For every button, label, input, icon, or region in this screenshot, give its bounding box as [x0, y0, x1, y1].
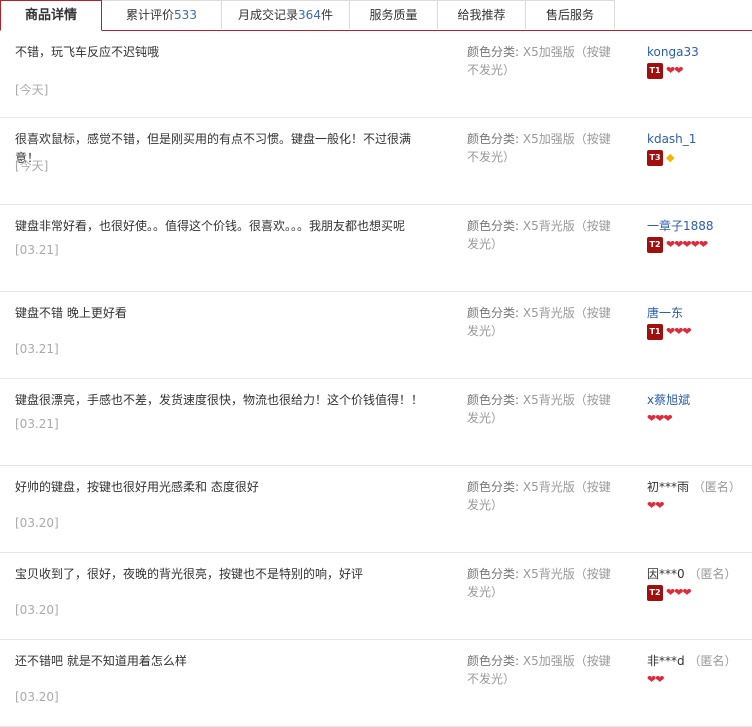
- review-attribute: 颜色分类: X5背光版（按键发光）: [467, 478, 612, 514]
- review-user: 一章子1888 T2 ❤❤❤❤❤: [647, 217, 752, 254]
- review-row: 还不错吧 就是不知道用着怎么样 [03.20] 颜色分类: X5加强版（按键不发…: [0, 640, 752, 727]
- review-user: x蔡旭斌 ❤❤❤: [647, 391, 752, 428]
- heart-rating-icon: ❤❤❤: [666, 325, 692, 338]
- heart-rating-icon: ❤❤: [666, 64, 683, 77]
- review-date: [03.20]: [15, 516, 59, 530]
- vip-level-icon: T1: [647, 63, 663, 79]
- user-badges: T1 ❤❤: [647, 62, 752, 80]
- tab-monthly-sales[interactable]: 月成交记录364件: [221, 0, 350, 29]
- review-comment: 很喜欢鼠标，感觉不错，但是刚买用的有点不习惯。键盘一般化！不过很满意！: [15, 132, 412, 165]
- review-comment: 键盘很漂亮，手感也不差，发货速度很快，物流也很给力！这个价钱值得！！: [15, 393, 424, 407]
- attribute-key: 颜色分类:: [467, 393, 520, 407]
- tab-label: 月成交记录: [238, 8, 299, 22]
- review-date: [03.20]: [15, 690, 59, 704]
- heart-rating-icon: ❤❤❤: [647, 412, 673, 425]
- tab-count: 533: [174, 8, 197, 22]
- review-row: 键盘很漂亮，手感也不差，发货速度很快，物流也很给力！这个价钱值得！！ [03.2…: [0, 379, 752, 466]
- user-badges: ❤❤❤: [647, 410, 752, 428]
- tab-label: 累计评价: [126, 8, 175, 22]
- review-comment: 键盘不错 晚上更好看: [15, 306, 127, 320]
- review-date: [03.21]: [15, 243, 59, 257]
- username-link[interactable]: x蔡旭斌: [647, 393, 690, 407]
- review-date: [今天]: [15, 83, 49, 97]
- review-list: 不错，玩飞车反应不迟钝哦 [今天] 颜色分类: X5加强版（按键不发光） kon…: [0, 31, 752, 727]
- review-attribute: 颜色分类: X5背光版（按键发光）: [467, 217, 612, 253]
- anonymous-tag: （匿名）: [692, 480, 741, 494]
- attribute-key: 颜色分类:: [467, 132, 520, 146]
- tab-label: 给我推荐: [457, 8, 506, 22]
- review-row: 很喜欢鼠标，感觉不错，但是刚买用的有点不习惯。键盘一般化！不过很满意！ [今天]…: [0, 118, 752, 205]
- username-link: 初***雨: [647, 480, 690, 494]
- review-row: 键盘非常好看，也很好使。。值得这个价钱。很喜欢。。。我朋友都也想买呢 [03.2…: [0, 205, 752, 292]
- review-date: [今天]: [15, 159, 49, 173]
- review-comment: 好帅的键盘，按键也很好用光感柔和 态度很好: [15, 480, 259, 494]
- review-comment: 不错，玩飞车反应不迟钝哦: [15, 45, 160, 59]
- user-badges: T1 ❤❤❤: [647, 323, 752, 341]
- review-attribute: 颜色分类: X5加强版（按键不发光）: [467, 130, 612, 166]
- review-attribute: 颜色分类: X5背光版（按键发光）: [467, 304, 612, 340]
- tab-bar: 商品详情 累计评价533 月成交记录364件 服务质量 给我推荐 售后服务: [0, 0, 752, 31]
- review-date: [03.21]: [15, 342, 59, 356]
- username-link: 非***d: [647, 654, 685, 668]
- review-attribute: 颜色分类: X5背光版（按键发光）: [467, 565, 612, 601]
- tab-label: 售后服务: [545, 8, 594, 22]
- review-user: 唐一东 T1 ❤❤❤: [647, 304, 752, 341]
- vip-level-icon: T1: [647, 324, 663, 340]
- review-date: [03.21]: [15, 417, 59, 431]
- attribute-key: 颜色分类:: [467, 480, 520, 494]
- tab-suffix: 件: [320, 8, 333, 22]
- review-attribute: 颜色分类: X5加强版（按键不发光）: [467, 652, 612, 688]
- username-link[interactable]: konga33: [647, 45, 699, 59]
- anonymous-tag: （匿名）: [688, 654, 737, 668]
- review-user: 非***d （匿名） ❤❤: [647, 652, 752, 689]
- heart-rating-icon: ❤❤❤: [666, 586, 692, 599]
- review-row: 不错，玩飞车反应不迟钝哦 [今天] 颜色分类: X5加强版（按键不发光） kon…: [0, 31, 752, 118]
- review-user: 初***雨 （匿名） ❤❤: [647, 478, 752, 515]
- review-user: kdash_1 T3 ◆: [647, 130, 752, 167]
- username-link[interactable]: 唐一东: [647, 306, 683, 320]
- review-user: 因***0 （匿名） T2 ❤❤❤: [647, 565, 752, 602]
- vip-level-icon: T3: [647, 150, 663, 166]
- review-comment: 宝贝收到了，很好，夜晚的背光很亮，按键也不是特别的响，好评: [15, 567, 364, 581]
- tab-reviews[interactable]: 累计评价533: [101, 0, 222, 29]
- user-badges: T2 ❤❤❤: [647, 584, 752, 602]
- username-link: 因***0: [647, 567, 685, 581]
- tab-count: 364: [298, 8, 321, 22]
- user-badges: T2 ❤❤❤❤❤: [647, 236, 752, 254]
- username-link[interactable]: kdash_1: [647, 132, 696, 146]
- review-attribute: 颜色分类: X5加强版（按键不发光）: [467, 43, 612, 79]
- review-row: 宝贝收到了，很好，夜晚的背光很亮，按键也不是特别的响，好评 [03.20] 颜色…: [0, 553, 752, 640]
- tab-label: 商品详情: [24, 8, 77, 23]
- vip-level-icon: T2: [647, 237, 663, 253]
- review-user: konga33 T1 ❤❤: [647, 43, 752, 80]
- tab-after-sales[interactable]: 售后服务: [525, 0, 615, 29]
- username-link[interactable]: 一章子1888: [647, 219, 714, 233]
- user-badges: T3 ◆: [647, 149, 752, 167]
- review-row: 好帅的键盘，按键也很好用光感柔和 态度很好 [03.20] 颜色分类: X5背光…: [0, 466, 752, 553]
- attribute-key: 颜色分类:: [467, 306, 520, 320]
- tab-bar-filler: [614, 0, 752, 30]
- tab-service-quality[interactable]: 服务质量: [349, 0, 438, 29]
- vip-level-icon: T2: [647, 585, 663, 601]
- attribute-key: 颜色分类:: [467, 45, 520, 59]
- heart-rating-icon: ❤❤: [647, 673, 664, 686]
- attribute-key: 颜色分类:: [467, 654, 520, 668]
- tab-label: 服务质量: [369, 8, 418, 22]
- diamond-icon: ◆: [666, 151, 675, 164]
- user-badges: ❤❤: [647, 497, 752, 515]
- user-badges: ❤❤: [647, 671, 752, 689]
- review-attribute: 颜色分类: X5背光版（按键发光）: [467, 391, 612, 427]
- heart-rating-icon: ❤❤❤❤❤: [666, 238, 708, 251]
- attribute-key: 颜色分类:: [467, 567, 520, 581]
- attribute-key: 颜色分类:: [467, 219, 520, 233]
- anonymous-tag: （匿名）: [688, 567, 737, 581]
- tab-product-details[interactable]: 商品详情: [0, 0, 102, 31]
- review-comment: 还不错吧 就是不知道用着怎么样: [15, 654, 187, 668]
- review-date: [03.20]: [15, 603, 59, 617]
- review-row: 键盘不错 晚上更好看 [03.21] 颜色分类: X5背光版（按键发光） 唐一东…: [0, 292, 752, 379]
- heart-rating-icon: ❤❤: [647, 499, 664, 512]
- review-comment: 键盘非常好看，也很好使。。值得这个价钱。很喜欢。。。我朋友都也想买呢: [15, 219, 406, 233]
- tab-recommend[interactable]: 给我推荐: [437, 0, 526, 29]
